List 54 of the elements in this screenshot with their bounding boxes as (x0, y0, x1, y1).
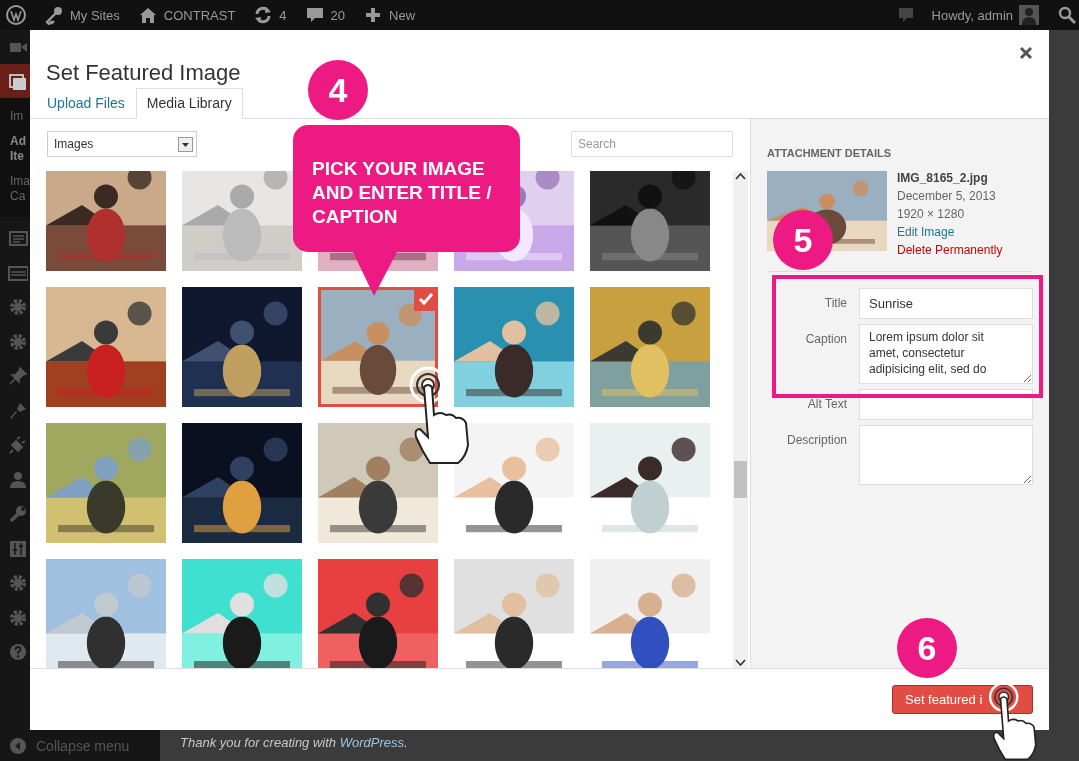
text-area[interactable]: Lorem ipsum dolor sit amet, consectetur adipisicing elit, sed do (859, 324, 1033, 384)
media-icon[interactable] (8, 71, 28, 91)
gear-icon[interactable] (8, 607, 28, 628)
plug-icon[interactable] (8, 435, 28, 456)
field-label: Title (823, 295, 847, 310)
greeting-text[interactable]: Howdy, admin (931, 7, 1013, 23)
dialog-title: Set Featured Image (46, 60, 241, 86)
toolbar-link[interactable]: My Sites (70, 7, 120, 23)
gear-icon[interactable] (8, 331, 28, 352)
callout-tail-tooltip (352, 250, 398, 297)
field-label: Alt Text (806, 396, 847, 411)
brush-icon[interactable] (8, 400, 28, 421)
search-icon[interactable] (1057, 5, 1077, 25)
delete-link[interactable]: Delete Permanently (897, 241, 1003, 259)
image-dimensions: 1920 × 1280 (897, 206, 966, 223)
user-icon[interactable] (8, 469, 28, 490)
pin-icon[interactable] (8, 366, 28, 387)
set-featured-image-button[interactable]: Set featured i (892, 685, 1033, 714)
toolbar-link[interactable]: 4 (279, 7, 287, 23)
wordpress-logo-icon[interactable] (6, 5, 26, 25)
gear-icon[interactable] (8, 297, 28, 318)
wordpress-link[interactable]: WordPress (339, 735, 404, 750)
collapse-icon[interactable] (10, 738, 26, 754)
help-icon[interactable] (8, 642, 28, 663)
footer-text: Thank you for creating with WordPress. (180, 734, 409, 752)
close-icon[interactable] (1019, 46, 1033, 60)
edit-image-link[interactable]: Edit Image (897, 223, 1003, 241)
wrench-icon[interactable] (8, 504, 28, 525)
filter-dropdown[interactable]: Images (47, 131, 197, 157)
scrollbar[interactable] (733, 171, 748, 668)
key-icon[interactable] (44, 5, 64, 25)
callout-tooltip: PICK YOUR IMAGE AND ENTER TITLE / CAPTION (293, 125, 520, 252)
file-name: IMG_8165_2.jpg (897, 170, 989, 187)
scrollbar-thumb[interactable] (734, 461, 747, 498)
caret-icon[interactable] (178, 136, 193, 152)
text-field[interactable]: Sunrise (859, 288, 1033, 319)
toolbar-link[interactable]: New (389, 7, 416, 23)
avatar-icon[interactable] (1019, 5, 1039, 25)
upload-date: December 5, 2013 (897, 188, 997, 205)
field-label: Description (785, 432, 847, 447)
gear-icon[interactable] (8, 573, 28, 594)
refresh-icon[interactable] (253, 5, 274, 25)
toolbar-link[interactable]: 20 (330, 7, 346, 23)
search-field[interactable]: Search (571, 131, 733, 157)
tab[interactable]: Upload Files (46, 88, 136, 119)
tab[interactable]: Media Library (135, 88, 243, 119)
toolbar-link[interactable]: CONTRAST (163, 7, 236, 23)
text-area[interactable] (859, 425, 1033, 485)
list-icon[interactable] (8, 228, 28, 249)
comment-icon[interactable] (304, 5, 325, 25)
sliders-icon[interactable] (8, 538, 28, 559)
section-heading: ATTACHMENT DETAILS (767, 147, 893, 159)
check-icon[interactable] (414, 287, 438, 311)
field-label: Caption (804, 331, 847, 346)
